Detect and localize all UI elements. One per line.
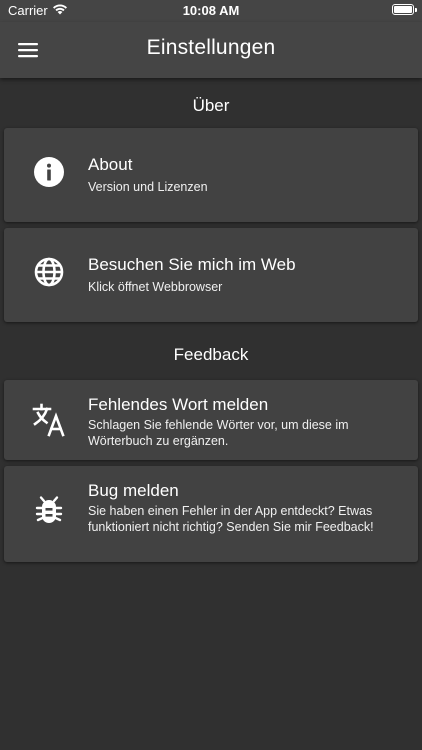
- visit-web-item-text: Besuchen Sie mich im Web Klick öffnet We…: [88, 254, 406, 295]
- globe-icon: [32, 255, 66, 289]
- settings-list: Über About Version und Lizenzen Besuchen…: [0, 78, 422, 568]
- battery-level: [394, 6, 412, 13]
- info-icon: [32, 155, 66, 189]
- report-missing-word-item-title: Fehlendes Wort melden: [88, 395, 269, 414]
- report-bug-item[interactable]: Bug melden Sie haben einen Fehler in der…: [4, 466, 418, 562]
- section-header-feedback: Feedback: [173, 345, 249, 364]
- bug-icon: [32, 493, 66, 527]
- app-bar: Einstellungen: [0, 22, 422, 78]
- visit-web-item[interactable]: Besuchen Sie mich im Web Klick öffnet We…: [4, 228, 418, 322]
- section-header-about: Über: [192, 96, 230, 115]
- about-item[interactable]: About Version und Lizenzen: [4, 128, 418, 222]
- about-item-text: About Version und Lizenzen: [88, 154, 406, 195]
- visit-web-item-subtitle: Klick öffnet Webbrowser: [88, 280, 223, 294]
- visit-web-item-title: Besuchen Sie mich im Web: [88, 255, 296, 274]
- about-item-title: About: [88, 155, 133, 174]
- status-bar: Carrier 10:08 AM: [0, 0, 422, 22]
- status-time: 10:08 AM: [182, 3, 240, 18]
- translate-icon: [32, 403, 66, 437]
- report-missing-word-item-subtitle: Schlagen Sie fehlende Wörter vor, um die…: [88, 418, 349, 448]
- battery-icon: [392, 4, 417, 15]
- report-bug-item-text: Bug melden Sie haben einen Fehler in der…: [88, 480, 406, 535]
- about-item-subtitle: Version und Lizenzen: [88, 180, 208, 194]
- report-missing-word-item-text: Fehlendes Wort melden Schlagen Sie fehle…: [88, 394, 406, 449]
- page-title: Einstellungen: [146, 36, 276, 59]
- report-bug-item-title: Bug melden: [88, 481, 179, 500]
- report-bug-item-subtitle: Sie haben einen Fehler in der App entdec…: [88, 504, 374, 534]
- report-missing-word-item[interactable]: Fehlendes Wort melden Schlagen Sie fehle…: [4, 380, 418, 460]
